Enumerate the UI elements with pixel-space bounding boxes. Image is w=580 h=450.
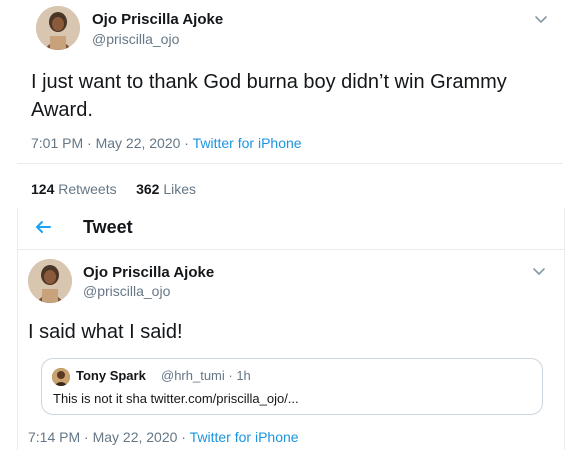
- display-name[interactable]: Ojo Priscilla Ajoke: [92, 11, 223, 28]
- tweet-text: I just want to thank God burna boy didn’…: [31, 71, 507, 121]
- tweet-text: I said what I said!: [28, 321, 183, 343]
- avatar-photo: [28, 259, 72, 303]
- tweet-source[interactable]: Twitter for iPhone: [190, 429, 299, 445]
- avatar[interactable]: [28, 259, 72, 303]
- tweet-timestamp: 7:14 PM · May 22, 2020 · Twitter for iPh…: [28, 429, 299, 445]
- retweets-stat[interactable]: 124 Retweets: [31, 181, 117, 197]
- retweets-count: 124: [31, 181, 55, 197]
- user-handle[interactable]: @priscilla_ojo: [83, 283, 170, 299]
- quoted-avatar: [52, 368, 70, 386]
- avatar-photo: [52, 368, 70, 386]
- quoted-text: This is not it sha twitter.com/priscilla…: [53, 391, 299, 406]
- tweet-detail-panel: Tweet Ojo Priscilla Ajoke @priscilla_ojo…: [17, 208, 565, 450]
- avatar-photo: [36, 6, 80, 50]
- likes-stat[interactable]: 362 Likes: [136, 181, 196, 197]
- tweet-card-first: Ojo Priscilla Ajoke @priscilla_ojo I jus…: [0, 0, 580, 208]
- avatar[interactable]: [36, 6, 80, 50]
- divider: [17, 163, 563, 164]
- engagement-stats: 124 Retweets 362 Likes: [31, 181, 196, 197]
- likes-count: 362: [136, 181, 160, 197]
- quoted-display-name: Tony Spark: [76, 368, 146, 383]
- tweet-time[interactable]: 7:14 PM · May 22, 2020 ·: [28, 429, 190, 445]
- back-arrow-icon[interactable]: [32, 216, 54, 238]
- quoted-tweet[interactable]: Tony Spark @hrh_tumi · 1h This is not it…: [41, 358, 543, 415]
- retweets-label: Retweets: [58, 181, 117, 197]
- tweet-time[interactable]: 7:01 PM · May 22, 2020 ·: [31, 135, 193, 151]
- header-divider: [18, 249, 564, 250]
- page-title: Tweet: [83, 217, 133, 237]
- likes-label: Likes: [163, 181, 196, 197]
- chevron-down-icon[interactable]: [532, 10, 550, 28]
- display-name[interactable]: Ojo Priscilla Ajoke: [83, 264, 214, 281]
- tweet-timestamp: 7:01 PM · May 22, 2020 · Twitter for iPh…: [31, 135, 302, 151]
- quoted-handle-time: @hrh_tumi · 1h: [161, 368, 251, 383]
- chevron-down-icon[interactable]: [530, 262, 548, 280]
- tweet-source[interactable]: Twitter for iPhone: [193, 135, 302, 151]
- user-handle[interactable]: @priscilla_ojo: [92, 31, 179, 47]
